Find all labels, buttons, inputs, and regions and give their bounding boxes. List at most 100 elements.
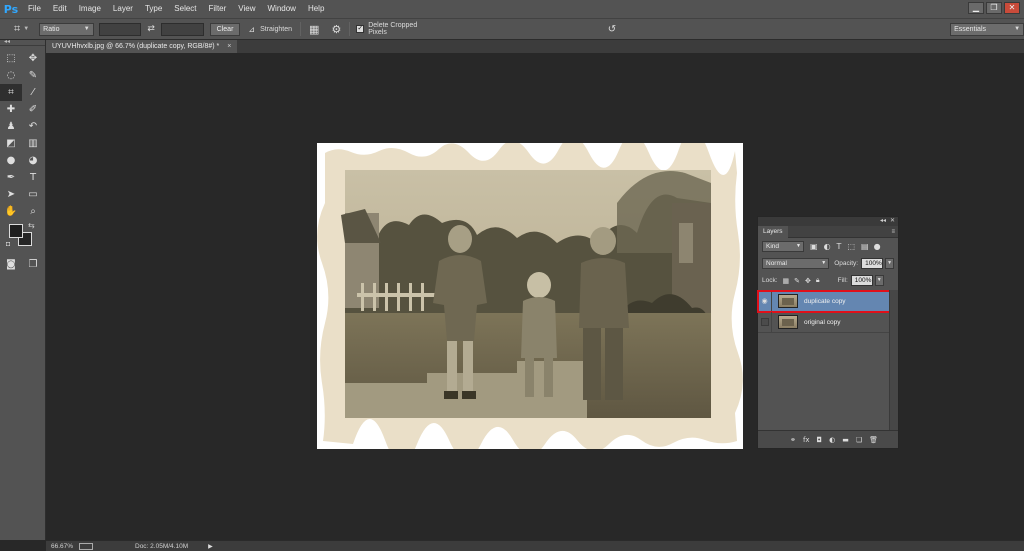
opacity-slider-toggle[interactable]: ▼ xyxy=(885,258,894,269)
blur-tool-icon[interactable]: ● xyxy=(0,152,22,169)
crop-tool-preset-icon[interactable]: ⌗ xyxy=(14,22,20,36)
adjustment-filter-icon[interactable]: ◐ xyxy=(824,242,831,251)
menu-select[interactable]: Select xyxy=(168,0,202,18)
trash-icon[interactable]: 🗑︎ xyxy=(869,436,878,444)
chevron-right-icon[interactable]: ▶ xyxy=(208,543,213,550)
filter-kind-select[interactable]: Kind ▼ xyxy=(762,241,804,252)
menu-file[interactable]: File xyxy=(22,0,47,18)
screen-mode-icon[interactable]: ❐ xyxy=(22,256,44,273)
chevron-down-icon[interactable]: ▼ xyxy=(23,26,29,32)
eraser-tool-icon[interactable]: ◩ xyxy=(0,135,22,152)
delete-cropped-pixels-label[interactable]: Delete Cropped Pixels xyxy=(368,22,436,36)
filter-toggle-icon[interactable]: ● xyxy=(874,242,881,251)
clear-button[interactable]: Clear xyxy=(209,22,241,36)
close-icon[interactable]: × xyxy=(227,40,231,53)
menu-view[interactable]: View xyxy=(232,0,261,18)
layers-panel: ◂◂ ✕ Layers ≡ Kind ▼ ▣ ◐ T ⬚ ▤ ● Normal … xyxy=(757,216,899,449)
document-canvas-photo[interactable] xyxy=(317,143,743,449)
smart-object-filter-icon[interactable]: ▤ xyxy=(861,242,869,251)
brush-tool-icon[interactable]: ✐ xyxy=(22,101,44,118)
lock-image-pixels-icon[interactable]: ✎ xyxy=(794,277,800,285)
quick-mask-icon[interactable]: ◙ xyxy=(0,256,22,273)
panel-menu-icon[interactable]: ≡ xyxy=(891,226,895,238)
swap-dimensions-icon[interactable]: ⇄ xyxy=(147,24,155,34)
height-input[interactable] xyxy=(160,22,204,36)
lock-all-icon[interactable]: 🔒︎ xyxy=(816,276,820,285)
collapse-panel-icon[interactable]: ◂◂ xyxy=(880,217,886,226)
default-colors-icon[interactable]: ◘ xyxy=(6,241,10,248)
clone-stamp-tool-icon[interactable]: ♟ xyxy=(0,118,22,135)
fill-input[interactable]: 100% xyxy=(850,275,873,286)
restore-button[interactable]: ❐ xyxy=(986,2,1002,14)
pen-tool-icon[interactable]: ✒ xyxy=(0,169,22,186)
panel-title-bar[interactable]: ◂◂ ✕ xyxy=(758,217,898,226)
eye-icon[interactable]: ◉ xyxy=(758,290,772,312)
link-layers-icon[interactable]: ⚭ xyxy=(790,436,796,444)
close-button[interactable]: ✕ xyxy=(1004,2,1020,14)
lock-fill-row: Lock: ▦ ✎ ✥ 🔒︎ Fill: 100% ▼ xyxy=(758,272,898,289)
layer-list-scrollbar[interactable] xyxy=(889,290,898,431)
menu-edit[interactable]: Edit xyxy=(47,0,73,18)
delete-cropped-pixels-checkbox[interactable]: ✓ xyxy=(356,25,365,33)
layer-row-original-copy[interactable]: original copy xyxy=(758,311,890,333)
overlay-grid-icon[interactable]: ▦ xyxy=(309,23,319,36)
minimize-button[interactable]: ▁ xyxy=(968,2,984,14)
dodge-tool-icon[interactable]: ◕ xyxy=(22,152,44,169)
lock-transparent-pixels-icon[interactable]: ▦ xyxy=(783,277,790,285)
photoshop-logo: Ps xyxy=(3,2,19,16)
export-status-icon[interactable] xyxy=(79,542,93,550)
eyedropper-tool-icon[interactable]: ⁄ xyxy=(22,84,44,101)
new-group-icon[interactable]: ▬ xyxy=(842,436,849,444)
marquee-tool-icon[interactable]: ⬚ xyxy=(0,50,22,67)
ratio-select[interactable]: Ratio ▼ xyxy=(39,22,94,36)
adjustment-layer-icon[interactable]: ◐ xyxy=(829,436,835,444)
type-tool-icon[interactable]: T xyxy=(22,169,44,186)
menu-bar: Ps File Edit Image Layer Type Select Fil… xyxy=(0,0,1024,18)
path-selection-tool-icon[interactable]: ➤ xyxy=(0,186,22,203)
shape-tool-icon[interactable]: ▭ xyxy=(22,186,44,203)
history-brush-tool-icon[interactable]: ↶ xyxy=(22,118,44,135)
blend-mode-select[interactable]: Normal ▼ xyxy=(762,258,830,269)
menu-filter[interactable]: Filter xyxy=(203,0,233,18)
menu-layer[interactable]: Layer xyxy=(107,0,139,18)
hand-tool-icon[interactable]: ✋ xyxy=(0,203,22,220)
menu-help[interactable]: Help xyxy=(302,0,330,18)
pixel-filter-icon[interactable]: ▣ xyxy=(810,242,818,251)
lock-position-icon[interactable]: ✥ xyxy=(805,277,811,285)
menu-image[interactable]: Image xyxy=(73,0,107,18)
divider xyxy=(349,22,351,36)
fill-slider-toggle[interactable]: ▼ xyxy=(874,275,884,286)
reset-icon[interactable]: ↺ xyxy=(608,24,616,35)
quick-selection-tool-icon[interactable]: ✎ xyxy=(22,67,44,84)
tab-layers[interactable]: Layers xyxy=(758,226,788,238)
new-layer-icon[interactable]: ❏ xyxy=(856,436,862,444)
straighten-icon[interactable]: ⊿ xyxy=(248,25,255,34)
menu-window[interactable]: Window xyxy=(262,0,302,18)
zoom-tool-icon[interactable]: ⌕ xyxy=(22,203,44,220)
type-filter-icon[interactable]: T xyxy=(837,242,842,251)
add-mask-icon[interactable]: ◘ xyxy=(817,436,823,444)
layer-name[interactable]: duplicate copy xyxy=(804,298,846,305)
close-icon[interactable]: ✕ xyxy=(890,217,895,226)
visibility-toggle-off[interactable] xyxy=(758,311,772,333)
workspace-select[interactable]: Essentials ▼ xyxy=(950,22,1024,36)
healing-brush-tool-icon[interactable]: ✚ xyxy=(0,101,22,118)
width-input[interactable] xyxy=(98,22,142,36)
gradient-tool-icon[interactable]: ▥ xyxy=(22,135,44,152)
document-tab[interactable]: UYUVHhvxlb.jpg @ 66.7% (duplicate copy, … xyxy=(46,40,238,53)
swap-colors-icon[interactable]: ⇆ xyxy=(28,221,35,230)
straighten-label[interactable]: Straighten xyxy=(260,26,292,33)
layer-style-icon[interactable]: fx xyxy=(803,436,810,444)
lasso-tool-icon[interactable]: ◌ xyxy=(0,67,22,84)
opacity-input[interactable]: 100% xyxy=(861,258,884,269)
gear-icon[interactable]: ⚙ xyxy=(331,23,341,36)
layer-name[interactable]: original copy xyxy=(804,319,841,326)
zoom-level[interactable]: 66.67% xyxy=(51,543,77,550)
crop-tool-icon[interactable]: ⌗ xyxy=(0,84,22,101)
shape-filter-icon[interactable]: ⬚ xyxy=(847,242,855,251)
layer-row-duplicate-copy[interactable]: ◉ duplicate copy xyxy=(757,290,891,313)
foreground-color-swatch[interactable] xyxy=(9,224,23,238)
move-tool-icon[interactable]: ✥ xyxy=(22,50,44,67)
chevron-down-icon: ▼ xyxy=(1014,25,1021,32)
menu-type[interactable]: Type xyxy=(139,0,168,18)
